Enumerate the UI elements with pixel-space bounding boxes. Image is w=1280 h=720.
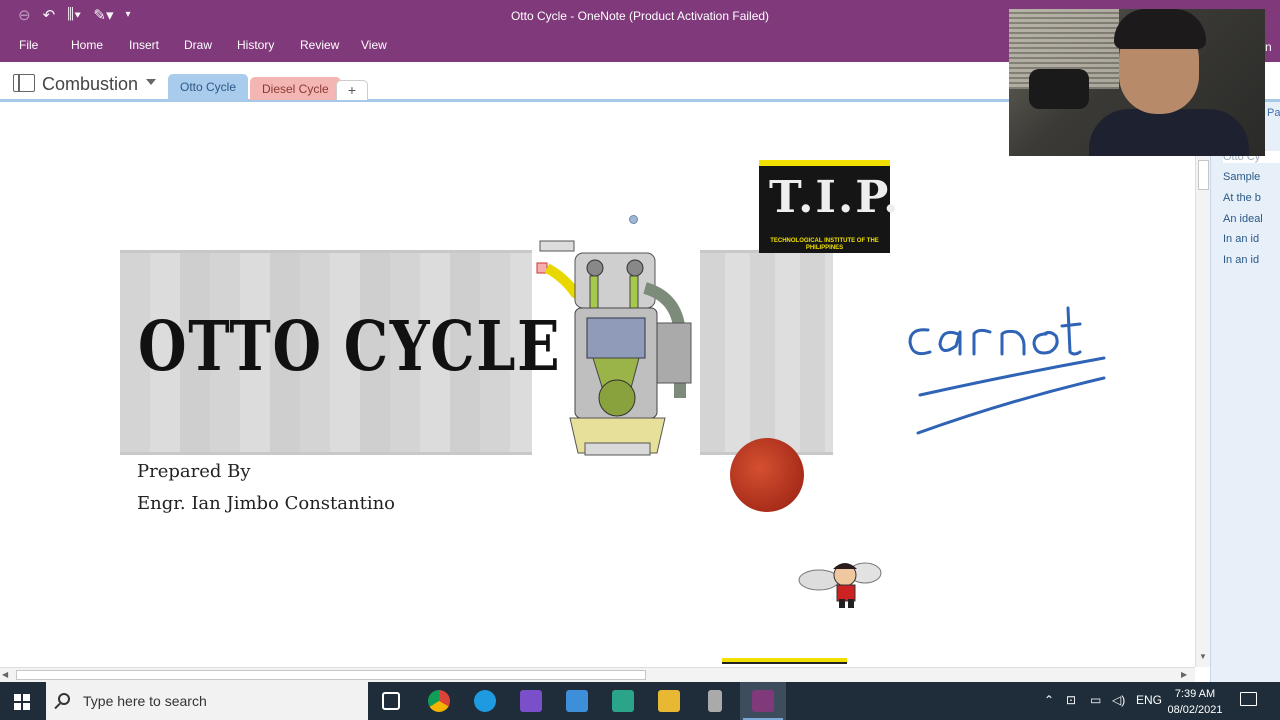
engine-illustration [536, 240, 692, 456]
yellow-bar-decoration [722, 658, 847, 664]
tab-view[interactable]: View [361, 38, 387, 52]
tip-logo[interactable]: T.I.P. TECHNOLOGICAL INSTITUTE OF THE PH… [759, 160, 898, 253]
ink-annotation[interactable]: carnot [900, 300, 1115, 450]
page-item-at-the[interactable]: At the b [1223, 192, 1280, 204]
page-item-in-an-id-1[interactable]: In an id [1223, 233, 1280, 245]
tab-draw[interactable]: Draw [184, 38, 212, 52]
chevron-up-icon[interactable]: ⌃ [1044, 693, 1054, 707]
page-list-pane: Pa Otto Cy Sample At the b An ideal In a… [1210, 102, 1280, 682]
notebook-icon[interactable] [13, 74, 35, 92]
app-k-icon[interactable] [566, 690, 588, 712]
file-explorer-icon[interactable] [658, 690, 680, 712]
tab-review[interactable]: Review [300, 38, 339, 52]
red-seal-image[interactable] [730, 438, 804, 512]
clock-time: 7:39 AM [1174, 688, 1216, 700]
taskbar-search-box[interactable]: Type here to search [46, 682, 368, 720]
prepared-by-label: Prepared By [137, 461, 251, 482]
tab-insert[interactable]: Insert [129, 38, 159, 52]
system-clock[interactable]: 7:39 AM 08/02/2021 [1164, 686, 1226, 718]
webcam-person-body [1089, 109, 1249, 156]
add-page-button[interactable]: Pa [1267, 107, 1280, 119]
search-placeholder: Type here to search [83, 693, 207, 709]
logo-letters: T.I.P. [769, 172, 901, 223]
notification-icon[interactable] [1240, 692, 1257, 706]
defender-icon[interactable]: ⊡ [1066, 693, 1076, 707]
notebook-name[interactable]: Combustion [42, 74, 138, 95]
author-name: Engr. Ian Jimbo Constantino [137, 493, 396, 514]
taskbar: Type here to search ⌃ ⊡ ▭ ◁) ENG 7:39 AM… [0, 682, 1280, 720]
video-editor-icon[interactable] [520, 690, 542, 712]
slide-image[interactable]: OTTO CYCLE [120, 245, 833, 460]
right-band [700, 250, 833, 455]
clock-date: 08/02/2021 [1167, 704, 1223, 716]
tab-history[interactable]: History [237, 38, 274, 52]
add-section-button[interactable]: + [336, 80, 368, 100]
horizontal-scroll-thumb[interactable] [16, 670, 646, 680]
phone-app-icon[interactable] [708, 690, 722, 712]
scroll-down-arrow-icon[interactable]: ▼ [1196, 652, 1210, 664]
section-tab-diesel-cycle[interactable]: Diesel Cycle [250, 77, 341, 100]
network-icon[interactable]: ▭ [1090, 693, 1101, 707]
cortana-c-icon[interactable] [474, 690, 496, 712]
slide-title: OTTO CYCLE [138, 307, 562, 387]
page-item-an-ideal[interactable]: An ideal [1223, 213, 1280, 225]
horizontal-scrollbar[interactable]: ◀ ▶ [0, 667, 1195, 682]
volume-icon[interactable]: ◁) [1112, 693, 1125, 707]
chevron-down-icon[interactable] [146, 79, 156, 85]
vertical-scroll-thumb[interactable] [1198, 160, 1209, 190]
page-item-in-an-id-2[interactable]: In an id [1223, 254, 1280, 266]
windows-start-icon[interactable] [14, 694, 30, 710]
search-icon [58, 693, 70, 705]
onenote-icon[interactable] [752, 690, 774, 712]
logo-subtitle: TECHNOLOGICAL INSTITUTE OF THE PHILIPPIN… [770, 238, 879, 251]
page-item-sample[interactable]: Sample [1223, 171, 1280, 183]
tab-home[interactable]: Home [71, 38, 103, 52]
task-view-icon[interactable] [382, 692, 400, 710]
cartoon-sticker[interactable] [797, 555, 882, 610]
scroll-left-arrow-icon[interactable]: ◀ [2, 670, 8, 679]
language-indicator[interactable]: ENG [1136, 693, 1162, 707]
vertical-scrollbar[interactable] [1195, 152, 1210, 667]
ribbon-right-fragment: n [1265, 40, 1272, 54]
resize-handle[interactable] [629, 215, 638, 224]
webcam-person-hair [1114, 9, 1206, 49]
webcam-overlay [1009, 9, 1265, 156]
tab-file[interactable]: File [19, 38, 38, 52]
section-tab-otto-cycle[interactable]: Otto Cycle [168, 74, 249, 100]
app-green-icon[interactable] [612, 690, 634, 712]
scroll-right-arrow-icon[interactable]: ▶ [1181, 670, 1187, 679]
chrome-icon[interactable] [428, 690, 450, 712]
webcam-microphone [1029, 69, 1089, 109]
